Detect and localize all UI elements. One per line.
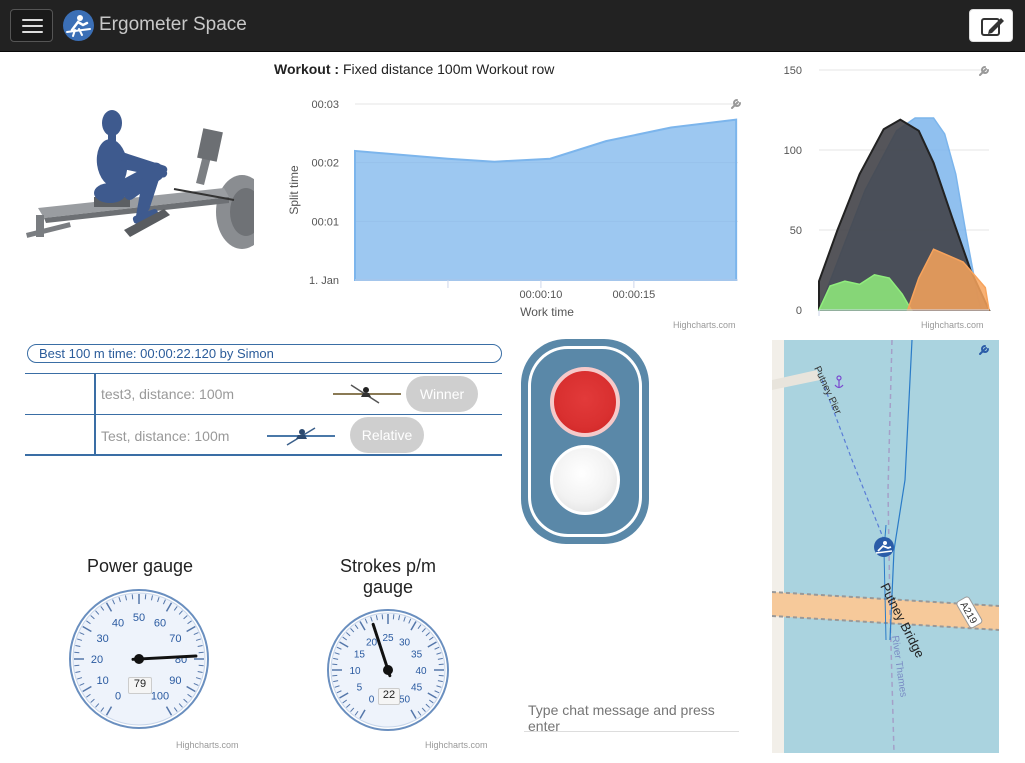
gauge-tick-label: 60 <box>154 618 166 630</box>
power-gauge-credits[interactable]: Highcharts.com <box>176 740 239 750</box>
winner-badge[interactable]: Winner <box>406 376 478 412</box>
ranking-name: test3, distance: 100m <box>101 386 235 402</box>
best-time-banner: Best 100 m time: 00:00:22.120 by Simon <box>27 344 502 363</box>
edit-button[interactable] <box>969 9 1013 42</box>
gauge-tick-label: 5 <box>357 683 363 694</box>
gauge-tick-label: 0 <box>115 690 121 702</box>
gauge-tick-label: 35 <box>411 650 423 661</box>
strokes-gauge-title: Strokes p/m gauge <box>339 556 437 597</box>
wrench-icon[interactable] <box>731 99 741 109</box>
strokes-gauge-credits[interactable]: Highcharts.com <box>425 740 488 750</box>
relative-badge[interactable]: Relative <box>350 417 424 453</box>
split-chart-credits[interactable]: Highcharts.com <box>673 320 736 330</box>
table-row[interactable]: test3, distance: 100m Winner <box>25 374 502 415</box>
force-y-tick: 150 <box>784 65 802 77</box>
table-row[interactable]: Test, distance: 100m Relative <box>25 415 502 456</box>
gauge-tick-label: 30 <box>399 637 411 648</box>
power-gauge-title: Power gauge <box>86 556 194 576</box>
map[interactable]: Putney Pier Putney Bridge River Thames A… <box>772 340 999 753</box>
gauge-tick-label: 10 <box>97 675 109 687</box>
split-y-tick: 00:01 <box>311 216 339 228</box>
wrench-icon[interactable] <box>979 345 989 355</box>
workout-title-text: Fixed distance 100m Workout row <box>342 61 555 77</box>
rower-boat-icon <box>333 384 401 404</box>
gauge-tick-label: 45 <box>411 683 423 694</box>
split-time-chart: 1. Jan 00:01 00:02 00:03 00:00:10 00:00:15 S… <box>287 99 741 319</box>
gauge-tick-label: 10 <box>349 666 361 677</box>
strokes-gauge: 05 10 1520 25 3035 40 4550 <box>327 609 449 731</box>
gauge-tick-label: 90 <box>169 675 181 687</box>
split-y-tick: 00:03 <box>311 99 339 111</box>
workout-title: Workout : Fixed distance 100m Workout ro… <box>274 61 554 77</box>
gauge-tick-label: 0 <box>369 695 375 706</box>
map-label-putney-pier: Putney Pier <box>811 365 843 417</box>
gauge-tick-label: 70 <box>169 633 181 645</box>
gauge-tick-label: 20 <box>366 637 378 648</box>
hamburger-icon-bar <box>22 31 43 33</box>
force-y-tick: 50 <box>790 225 802 237</box>
hamburger-menu-button[interactable] <box>10 9 53 42</box>
gauge-pivot <box>383 665 393 675</box>
gauge-pivot <box>134 654 144 664</box>
rankings-table: test3, distance: 100m Winner Test, dista… <box>25 373 502 456</box>
edit-note-icon <box>981 18 1004 36</box>
gauge-tick-label: 100 <box>151 690 169 702</box>
rower-boat-icon <box>267 427 335 446</box>
force-y-tick: 0 <box>796 305 802 317</box>
ranking-name: Test, distance: 100m <box>101 428 230 444</box>
anchor-icon <box>834 375 844 389</box>
rower-logo-icon[interactable] <box>63 10 94 41</box>
split-xlabel: Work time <box>520 305 574 319</box>
force-curve-chart: 0 50 100 150 <box>784 65 991 317</box>
gauge-tick-label: 15 <box>354 650 366 661</box>
workout-title-label: Workout : <box>274 61 340 77</box>
off-light <box>550 445 620 515</box>
app-title[interactable]: Ergometer Space <box>99 14 247 36</box>
force-chart-credits[interactable]: Highcharts.com <box>921 320 984 330</box>
chat-input[interactable] <box>524 698 739 732</box>
gauge-tick-label: 50 <box>133 612 145 624</box>
split-ylabel: Split time <box>287 165 301 215</box>
force-y-tick: 100 <box>784 145 802 157</box>
gauge-tick-label: 20 <box>91 654 103 666</box>
split-time-area <box>354 118 738 281</box>
split-y-tick: 00:02 <box>311 158 339 170</box>
red-light <box>550 367 620 437</box>
gauge-tick-label: 30 <box>97 633 109 645</box>
strokes-gauge-value: 22 <box>378 688 400 705</box>
gauge-tick-label: 25 <box>382 633 394 644</box>
gauge-tick-label: 40 <box>112 618 124 630</box>
rower-location-icon[interactable] <box>874 537 894 557</box>
gauge-tick-label: 50 <box>399 695 411 706</box>
wrench-icon[interactable] <box>979 66 989 76</box>
gauge-tick-label: 40 <box>415 666 427 677</box>
power-gauge-value: 79 <box>128 677 152 694</box>
split-x-tick: 00:00:15 <box>612 289 655 301</box>
split-x-tick: 00:00:10 <box>520 289 563 301</box>
power-gauge: 010203040 50 60708090100 <box>69 589 209 729</box>
hamburger-icon-bar <box>22 25 43 27</box>
hamburger-icon <box>22 19 43 21</box>
split-y-tick: 1. Jan <box>309 275 339 287</box>
ergometer-illustration <box>24 105 268 253</box>
